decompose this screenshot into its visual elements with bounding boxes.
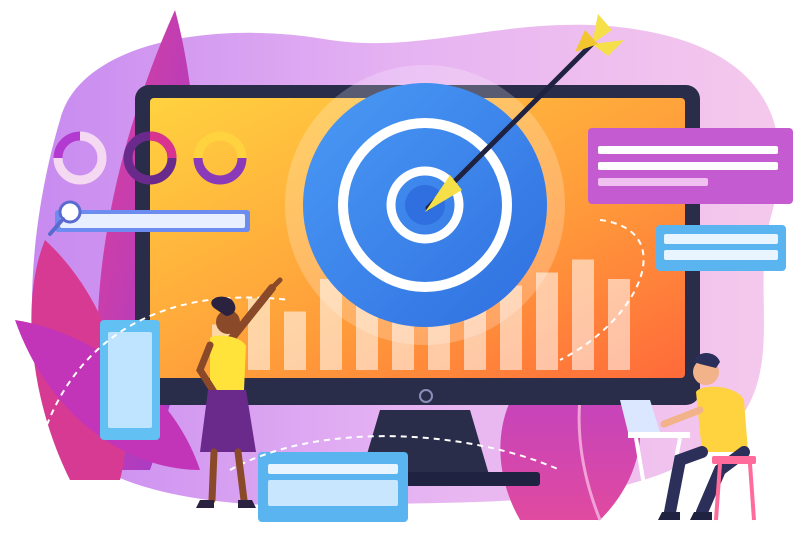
target-icon: [285, 65, 565, 345]
chair: [712, 456, 756, 464]
illustration-svg: [15, 10, 793, 522]
illustration-scene: [0, 0, 805, 535]
screen-bar: [536, 272, 558, 370]
card-pink: [588, 128, 793, 204]
screen-bar: [284, 311, 306, 370]
card-blue-right: [656, 225, 786, 271]
card-blue-bottom: [258, 452, 408, 522]
screen-bar: [608, 279, 630, 370]
card-blue-left: [100, 320, 160, 440]
screen-bar: [572, 259, 594, 370]
